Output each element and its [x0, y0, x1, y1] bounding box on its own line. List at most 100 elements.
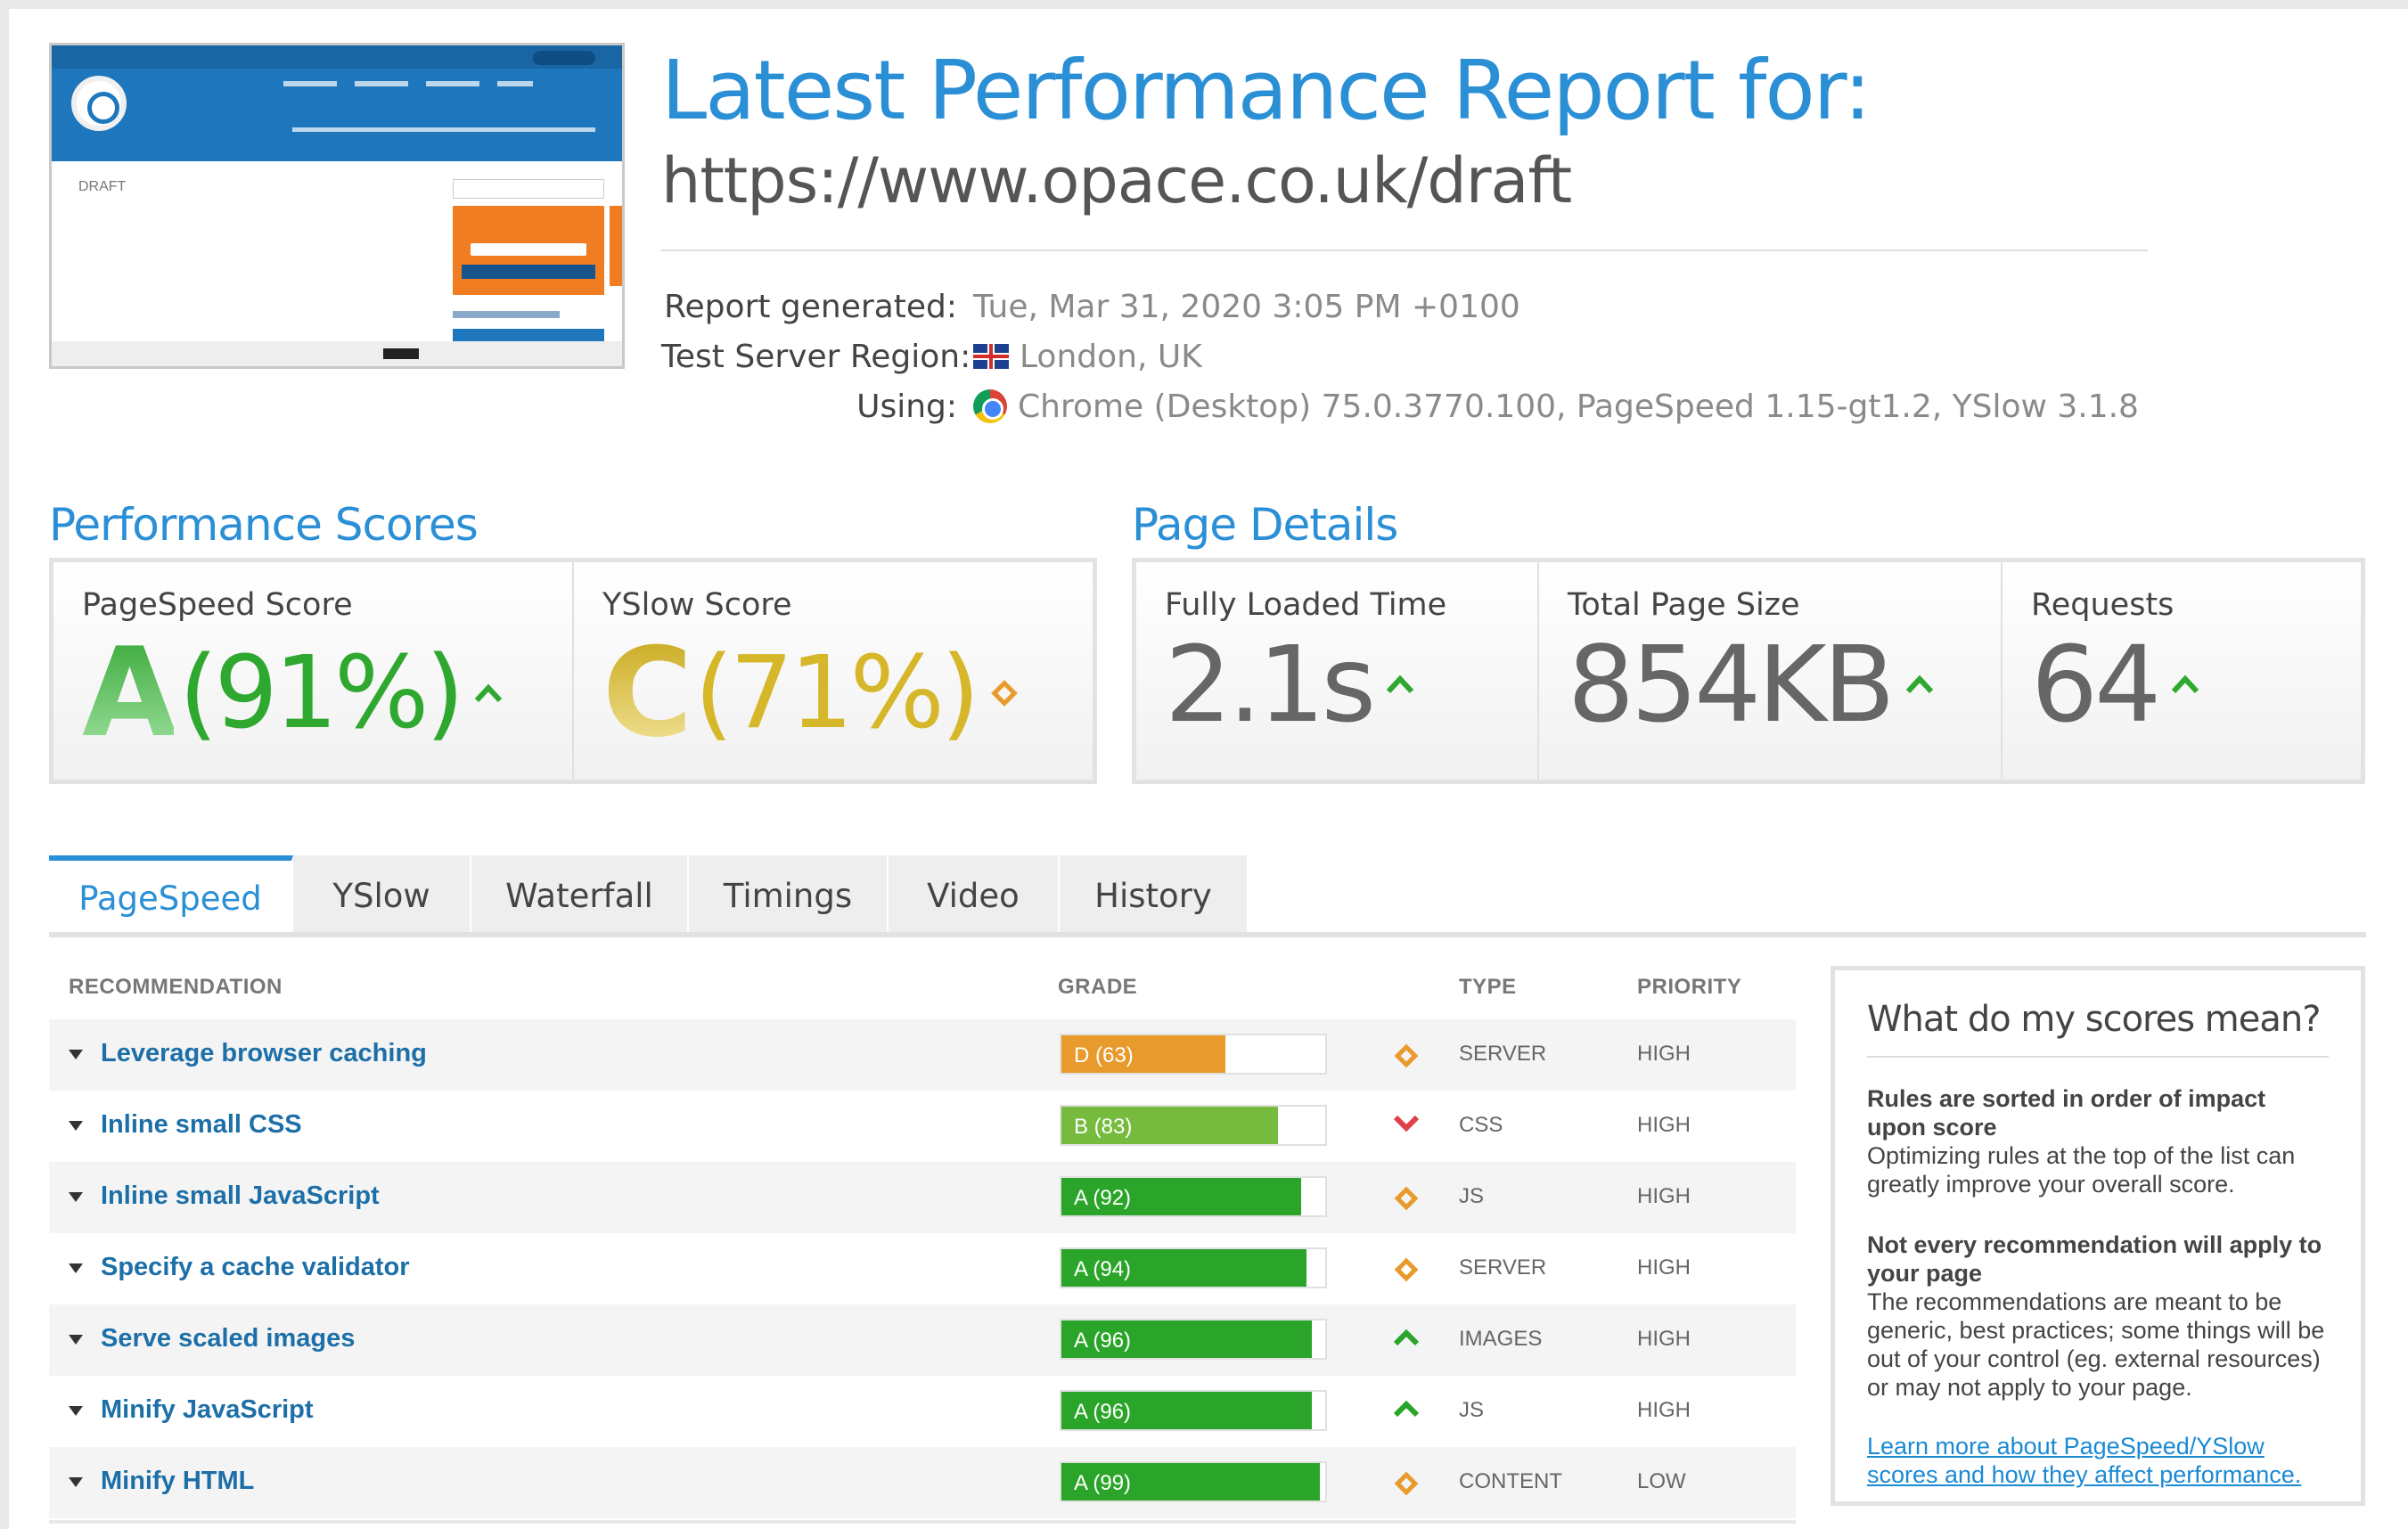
meta-value: Chrome (Desktop) 75.0.3770.100, PageSpee…	[1018, 388, 2139, 425]
tab-video[interactable]: Video	[889, 855, 1060, 936]
report-meta: Report generated: Tue, Mar 31, 2020 3:05…	[661, 282, 2176, 431]
rule-priority: HIGH	[1637, 1184, 1691, 1208]
table-row[interactable]: Inline small JavaScript A (92) JS HIGH	[49, 1162, 1796, 1233]
recommendations-table-header: RECOMMENDATION GRADE TYPE PRIORITY	[49, 975, 1796, 1010]
trend-up-icon	[2171, 675, 2199, 694]
trend-up-icon	[1393, 1399, 1420, 1423]
detail-label: Total Page Size	[1568, 587, 1800, 623]
tab-waterfall[interactable]: Waterfall	[471, 855, 689, 936]
rule-type: JS	[1459, 1184, 1485, 1208]
detail-value: 64	[2031, 623, 2161, 746]
trend-neutral-icon	[1393, 1185, 1420, 1216]
table-row[interactable]: Serve scaled images A (96) IMAGES HIGH	[49, 1304, 1796, 1376]
chrome-icon	[973, 389, 1007, 423]
grade-label: A (94)	[1074, 1257, 1132, 1281]
tabs-underline	[49, 932, 2366, 937]
thumb-logo	[71, 76, 127, 131]
rule-type: IMAGES	[1459, 1327, 1543, 1351]
table-row[interactable]: Inline small CSS B (83) CSS HIGH	[49, 1091, 1796, 1162]
trend-neutral-icon	[990, 680, 1018, 707]
meta-value: Tue, Mar 31, 2020 3:05 PM +0100	[973, 288, 1520, 325]
grade-bar: A (99)	[1060, 1461, 1327, 1502]
meta-row-using: Using: Chrome (Desktop) 75.0.3770.100, P…	[661, 381, 2176, 431]
rule-type: CSS	[1459, 1113, 1503, 1137]
grade-label: D (63)	[1074, 1043, 1134, 1067]
trend-down-icon	[1393, 1114, 1420, 1138]
recommendation-name[interactable]: Minify JavaScript	[101, 1395, 314, 1425]
rule-priority: HIGH	[1637, 1398, 1691, 1422]
page-details-panel: Fully Loaded Time 2.1s Total Page Size 8…	[1132, 558, 2365, 784]
trend-neutral-icon	[1393, 1042, 1420, 1074]
tab-pagespeed[interactable]: PageSpeed	[49, 855, 293, 936]
expand-triangle-icon[interactable]	[69, 1477, 83, 1487]
grade-bar: A (92)	[1060, 1176, 1327, 1217]
expand-triangle-icon[interactable]	[69, 1263, 83, 1273]
thumb-draft-label: DRAFT	[78, 179, 127, 194]
table-row[interactable]: Leverage browser caching D (63) SERVER HIGH	[49, 1019, 1796, 1091]
performance-scores-title: Performance Scores	[49, 499, 479, 551]
tab-yslow[interactable]: YSlow	[293, 855, 471, 936]
expand-triangle-icon[interactable]	[69, 1335, 83, 1345]
tab-timings[interactable]: Timings	[689, 855, 889, 936]
rule-type: SERVER	[1459, 1255, 1547, 1280]
recommendation-name[interactable]: Minify HTML	[101, 1467, 254, 1496]
rule-priority: LOW	[1637, 1469, 1686, 1493]
uk-flag-icon	[973, 344, 1009, 369]
trend-up-icon	[1905, 675, 1933, 694]
recommendation-name[interactable]: Inline small CSS	[101, 1110, 302, 1140]
recommendation-name[interactable]: Serve scaled images	[101, 1324, 355, 1353]
requests: Requests 64	[2003, 562, 2361, 780]
tab-history[interactable]: History	[1060, 855, 1249, 936]
thumb-nav	[283, 81, 337, 86]
rule-priority: HIGH	[1637, 1255, 1691, 1280]
expand-triangle-icon[interactable]	[69, 1121, 83, 1131]
meta-label: Report generated:	[664, 288, 957, 325]
thumb-nav	[426, 81, 479, 86]
recommendation-name[interactable]: Leverage browser caching	[101, 1039, 427, 1068]
expand-triangle-icon[interactable]	[69, 1192, 83, 1202]
trend-up-icon	[474, 683, 503, 703]
detail-value: 854KB	[1568, 623, 1896, 746]
recommendation-name[interactable]: Specify a cache validator	[101, 1253, 410, 1282]
trend-up-icon	[1393, 1328, 1420, 1352]
grade-bar: A (96)	[1060, 1390, 1327, 1431]
col-type[interactable]: TYPE	[1459, 975, 1517, 1000]
col-priority[interactable]: PRIORITY	[1637, 975, 1741, 1000]
thumb-side-tab	[610, 206, 622, 286]
learn-more-link[interactable]: Learn more about PageSpeed/YSlow scores …	[1867, 1432, 2329, 1489]
expand-triangle-icon[interactable]	[69, 1050, 83, 1059]
thumb-nav	[292, 127, 595, 132]
thumb-cookie-bar	[52, 341, 622, 366]
thumb-nav	[497, 81, 533, 86]
header-divider	[661, 249, 2148, 251]
page-details-title: Page Details	[1132, 499, 1398, 551]
rule-type: SERVER	[1459, 1042, 1547, 1066]
meta-row-region: Test Server Region: London, UK	[661, 331, 2176, 381]
pagespeed-score: PageSpeed Score A (91%)	[53, 562, 574, 780]
scores-explanation-box: What do my scores mean? Rules are sorted…	[1831, 966, 2365, 1506]
meta-row-generated: Report generated: Tue, Mar 31, 2020 3:05…	[661, 282, 2176, 331]
col-grade[interactable]: GRADE	[1058, 975, 1137, 1000]
detail-value: 2.1s	[1165, 623, 1376, 746]
table-row[interactable]: Specify a cache validator A (94) SERVER HIG…	[49, 1233, 1796, 1304]
table-row[interactable]: Minify HTML A (99) CONTENT LOW	[49, 1447, 1796, 1518]
rule-priority: HIGH	[1637, 1042, 1691, 1066]
col-recommendation[interactable]: RECOMMENDATION	[69, 975, 283, 1000]
rule-type: JS	[1459, 1398, 1485, 1422]
yslow-grade: C	[602, 621, 692, 764]
meta-label: Test Server Region:	[661, 338, 971, 375]
thumb-subscribe-box	[453, 206, 604, 295]
report-title: Latest Performance Report for:	[661, 43, 1872, 138]
report-url: https://www.opace.co.uk/draft	[661, 144, 1572, 217]
rule-priority: HIGH	[1637, 1327, 1691, 1351]
trend-up-icon	[1386, 675, 1414, 694]
detail-label: Fully Loaded Time	[1165, 587, 1447, 623]
table-row[interactable]: Minify JavaScript A (96) JS HIGH	[49, 1376, 1796, 1447]
performance-scores-panel: PageSpeed Score A (91%) YSlow Score C (7…	[49, 558, 1097, 784]
pagespeed-percent: (91%)	[178, 635, 464, 751]
grade-label: A (92)	[1074, 1186, 1132, 1210]
expand-triangle-icon[interactable]	[69, 1406, 83, 1416]
recommendation-name[interactable]: Inline small JavaScript	[101, 1182, 380, 1211]
thumb-category	[453, 311, 560, 318]
site-screenshot-thumbnail[interactable]: DRAFT	[49, 43, 625, 369]
